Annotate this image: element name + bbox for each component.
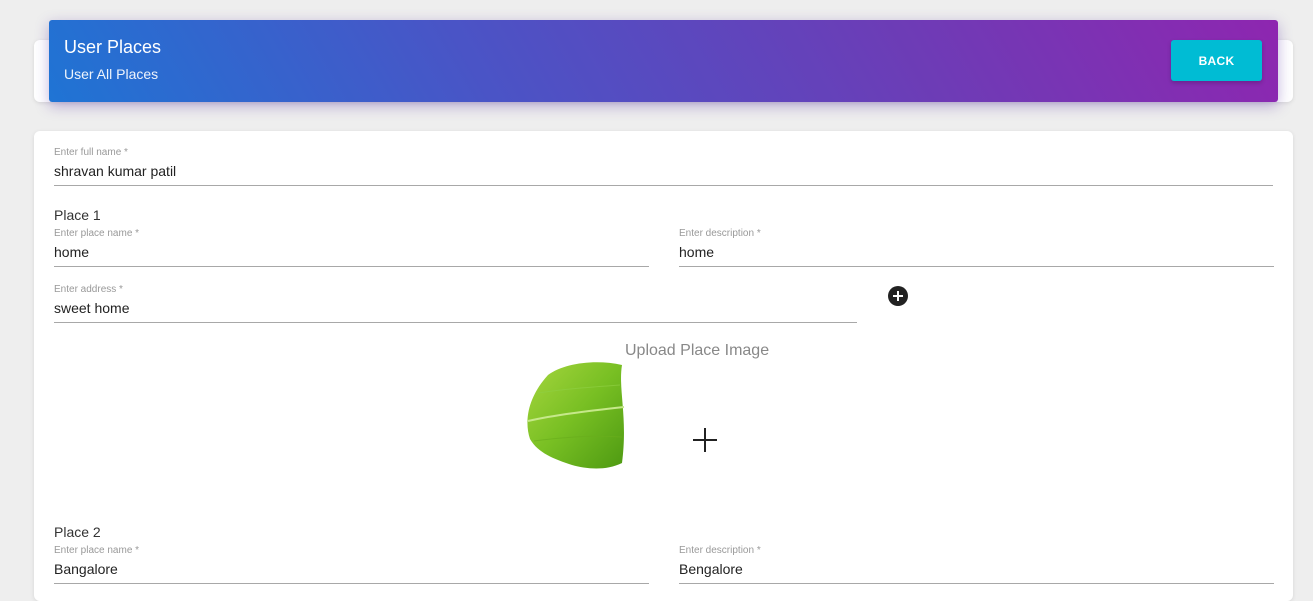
place-2-description-input[interactable] — [679, 557, 1274, 584]
back-button[interactable]: BACK — [1171, 40, 1262, 81]
place-1-address-label: Enter address * — [54, 284, 123, 295]
header-banner: User Places User All Places BACK — [49, 20, 1278, 102]
plus-icon[interactable] — [692, 427, 718, 453]
place-2-description-field: Enter description * — [679, 544, 1274, 584]
page-subtitle: User All Places — [64, 66, 159, 82]
upload-place-image-label: Upload Place Image — [625, 342, 770, 359]
place-1-description-field: Enter description * — [679, 227, 1274, 267]
place-1-name-field: Enter place name * — [54, 227, 649, 267]
place-2-name-input[interactable] — [54, 557, 649, 584]
banana-leaf-image — [527, 362, 625, 469]
place-2-name-field: Enter place name * — [54, 544, 649, 584]
full-name-label: Enter full name * — [54, 147, 128, 158]
place-1-name-label: Enter place name * — [54, 228, 140, 239]
place-1-description-input[interactable] — [679, 240, 1274, 267]
place-1-description-label: Enter description * — [679, 228, 761, 239]
full-name-input[interactable] — [54, 159, 1273, 186]
place-1-name-input[interactable] — [54, 240, 649, 267]
place-2-heading: Place 2 — [54, 524, 101, 540]
full-name-field: Enter full name * — [54, 146, 1273, 186]
place-1-address-field: Enter address * — [54, 283, 857, 323]
place-1-address-input[interactable] — [54, 296, 857, 323]
page-title: User Places — [64, 37, 162, 57]
user-places-form: Enter full name * Place 1 Enter place na… — [34, 131, 1293, 601]
place-2-name-label: Enter place name * — [54, 545, 140, 556]
plus-circle-icon[interactable] — [888, 286, 908, 306]
place-2-description-label: Enter description * — [679, 545, 761, 556]
place-1-heading: Place 1 — [54, 207, 101, 223]
